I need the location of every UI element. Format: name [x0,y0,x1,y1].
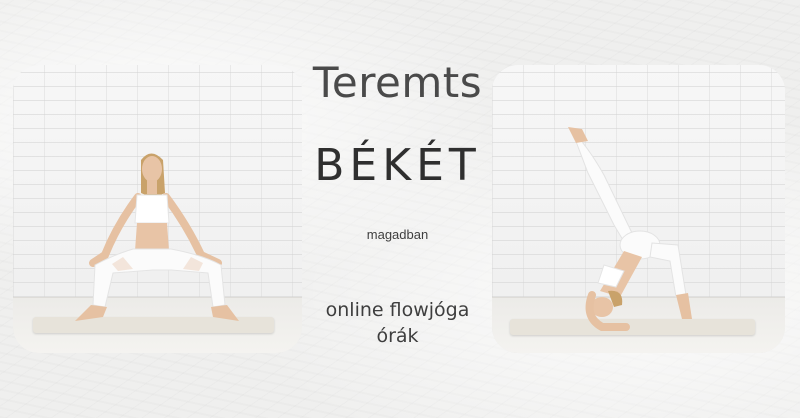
headline-magadban: magadban [366,227,429,242]
yoga-photo-headstand-variation [492,65,785,353]
headline-beket: BÉKÉT [314,140,481,191]
yoga-figure-goddess [75,153,239,321]
yoga-photo-goddess-pose [13,65,302,353]
headline-orak: órák [376,325,419,347]
headline-teremts: Teremts [312,58,483,107]
headline-online-flowjoga: online flowjóga [325,299,470,321]
yoga-figure-headstand [568,127,692,331]
